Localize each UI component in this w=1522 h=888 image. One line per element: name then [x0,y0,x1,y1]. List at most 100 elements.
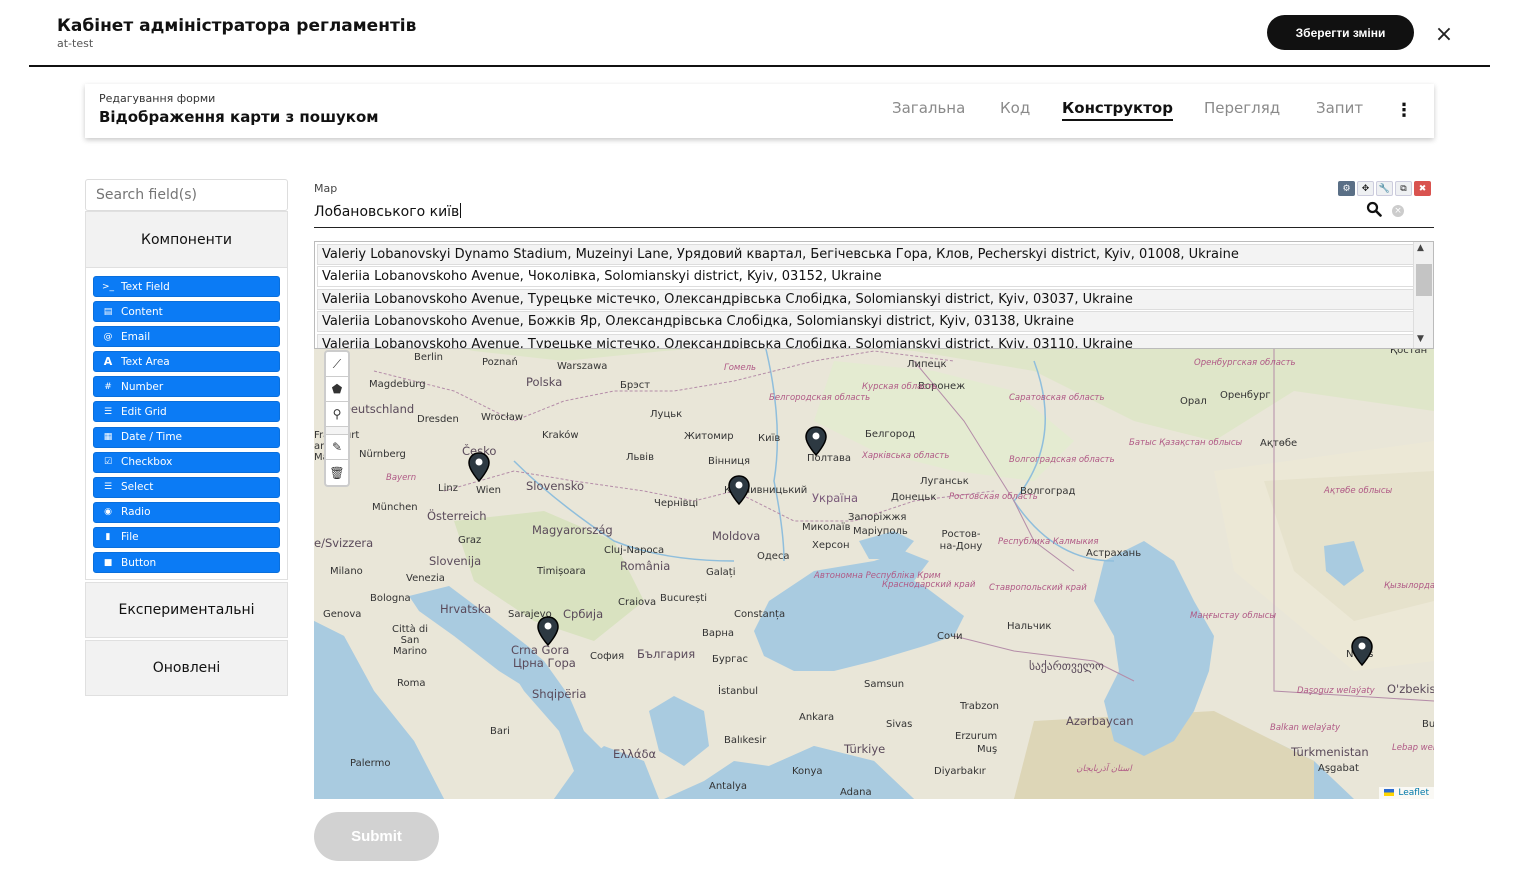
search-fields-input[interactable] [85,179,288,211]
component-email[interactable]: @ Email [93,326,280,348]
form-header-card: Редагування форми Відображення карти з п… [85,84,1434,138]
map-label: Ростов-на-Дону [939,529,983,552]
map-label: Варна [702,628,735,639]
trash-icon[interactable]: 🗑 [326,460,348,485]
dropdown-scrollbar[interactable]: ▲ ▼ [1413,242,1433,348]
map-label: Брэст [620,380,651,391]
map-marker-icon[interactable] [1351,636,1373,666]
map-label: Ақтөбе облысы [1324,486,1393,496]
search-icon[interactable] [1366,201,1382,221]
polygon-icon[interactable]: ⬟ [326,377,348,402]
form-caption: Редагування форми [99,92,216,105]
suggestion-item[interactable]: Valeriia Lobanovskoho Avenue, Турецьке м… [317,289,1414,310]
suggestion-item[interactable]: Valeriy Lobanovskyi Dynamo Stadium, Muze… [317,244,1414,265]
stop-icon: ■ [103,557,113,568]
map-marker-icon[interactable] [805,426,827,456]
map-label: Poznań [482,357,518,368]
save-changes-button[interactable]: Зберегти зміни [1267,15,1414,50]
map-label: Вінниця [708,456,751,467]
map-label: Україна [812,491,859,505]
map-label: Чернівці [654,498,699,509]
remove-icon[interactable]: ✖ [1414,181,1431,196]
tab-request[interactable]: Запит [1316,99,1363,117]
map-label: Constanța [734,609,786,620]
app-title: Кабінет адміністратора регламентів [57,16,417,36]
component-select[interactable]: ☰ Select [93,476,280,498]
component-button[interactable]: ■ Button [93,552,280,574]
terminal-icon: >_ [101,281,115,292]
component-text-area[interactable]: A Text Area [93,351,280,373]
tab-preview[interactable]: Перегляд [1204,99,1280,117]
map-field-label: Map [314,182,338,195]
component-checkbox[interactable]: ☑ Checkbox [93,451,280,473]
map-label: Balkan welaýaty [1270,723,1340,733]
map-label: İstanbul [718,686,759,697]
scroll-down-icon[interactable]: ▼ [1417,334,1424,344]
map-label: Wien [476,485,501,496]
map-label: Курская область [862,382,938,392]
map-label: Linz [438,483,458,494]
list-icon: ☰ [103,482,113,493]
tab-constructor[interactable]: Конструктор [1062,99,1173,121]
map-label: Миколаїв [802,522,851,533]
component-radio[interactable]: ◉ Radio [93,501,280,523]
map-label: Волгоградская область [1009,455,1115,465]
component-content[interactable]: ▤ Content [93,301,280,323]
clear-icon[interactable]: × [1392,205,1404,217]
move-icon[interactable]: ✥ [1357,181,1374,196]
group-updated-header[interactable]: Оновлені [85,640,288,697]
map-label: Сочи [937,631,963,642]
map-attribution[interactable]: Leaflet [1379,787,1434,799]
map-label: Одеса [757,551,790,562]
map-label: Shqipëria [532,687,587,701]
component-sidebar: Компоненти >_Text Field ▤Content @Email … [85,179,288,697]
map-marker-icon[interactable] [468,452,490,482]
tab-code[interactable]: Код [1000,99,1030,117]
map-label: Magdeburg [369,379,426,390]
check-square-icon: ☑ [103,457,113,468]
scroll-thumb[interactable] [1416,264,1432,296]
wrench-icon[interactable]: 🔧 [1376,181,1393,196]
map-label: Milano [330,566,363,577]
suggestion-item[interactable]: Valeriia Lobanovskoho Avenue, Божків Яр,… [317,311,1414,332]
group-experimental-header[interactable]: Експериментальні [85,582,288,639]
map-label: Genova [323,609,362,620]
copy-icon[interactable]: ⧉ [1395,181,1412,196]
map-label: Erzurum [955,731,998,742]
more-menu-icon[interactable]: ⋮ [1395,98,1413,122]
map-label: استان آذربایجان [1076,764,1132,774]
submit-button[interactable]: Submit [314,812,439,861]
polyline-icon[interactable]: ⟋ [326,352,348,377]
component-file[interactable]: ▮ File [93,526,280,548]
map-label: Roma [397,678,426,689]
close-icon[interactable]: × [1434,22,1454,47]
tab-general[interactable]: Загальна [892,99,965,117]
suggestion-item[interactable]: Valeriia Lobanovskoho Avenue, Турецьке м… [317,334,1414,348]
map-label: Città di San Marino [391,624,429,657]
map-label: Bari [490,726,510,737]
map-label: Ελλάδα [613,747,657,761]
marker-icon[interactable]: ⚲ [326,402,348,427]
at-icon: @ [103,331,113,342]
scroll-up-icon[interactable]: ▲ [1417,243,1424,253]
component-text-field[interactable]: >_ Text Field [93,276,280,297]
map-label: Lebap welaýaty [1392,743,1434,753]
map-marker-icon[interactable] [728,475,750,505]
map-marker-icon[interactable] [537,616,559,646]
map-label: Црна Гора [513,656,576,670]
component-number[interactable]: # Number [93,376,280,398]
component-date-time[interactable]: ▦ Date / Time [93,426,280,448]
settings-icon[interactable]: ⚙ [1338,181,1355,196]
component-edit-grid[interactable]: ☰ Edit Grid [93,401,280,423]
map-label: Ростовская область [949,492,1038,502]
map-label: București [660,593,707,604]
group-components-header[interactable]: Компоненти [85,211,288,268]
map-search-input[interactable]: Лобановського київ [314,200,1434,228]
map-label: Venezia [406,573,445,584]
map-label: Trabzon [960,701,999,712]
suggestion-item[interactable]: Valeriia Lobanovskoho Avenue, Чоколівка,… [317,266,1414,287]
edit-icon[interactable]: ✎ [326,435,348,460]
map-label: Житомир [684,431,734,442]
map-label: Маңғыстау облысы [1190,611,1277,621]
map-label: Бургас [712,654,749,665]
